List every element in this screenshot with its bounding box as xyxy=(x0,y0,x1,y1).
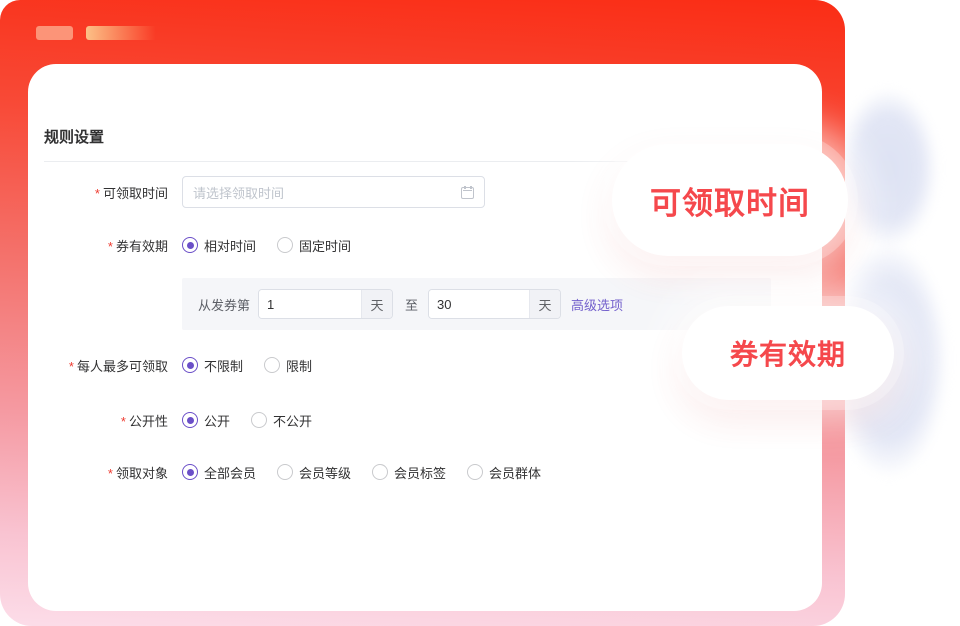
radio-limited[interactable]: 限制 xyxy=(264,356,312,375)
lavender-blob-top xyxy=(838,88,938,248)
from-day-input[interactable] xyxy=(259,290,361,318)
radio-unchecked-icon xyxy=(251,412,267,428)
from-day-group: 天 xyxy=(258,289,393,319)
required-asterisk: * xyxy=(69,359,74,374)
radio-checked-icon xyxy=(182,412,198,428)
receive-time-placeholder: 请选择领取时间 xyxy=(193,183,461,202)
radio-unchecked-icon xyxy=(372,464,388,480)
radio-unlimited[interactable]: 不限制 xyxy=(182,356,243,375)
relative-time-panel: 从发券第 天 至 天 高级选项 xyxy=(182,278,771,330)
callout-validity-text: 券有效期 xyxy=(730,333,846,373)
radio-member-group[interactable]: 会员群体 xyxy=(467,463,541,482)
validity-label: *券有效期 xyxy=(28,236,168,255)
from-day-unit: 天 xyxy=(361,290,392,318)
callout-receive-time-text: 可领取时间 xyxy=(650,178,810,223)
required-asterisk: * xyxy=(121,414,126,429)
radio-unchecked-icon xyxy=(467,464,483,480)
row-receive-time: *可领取时间 请选择领取时间 xyxy=(28,176,485,208)
required-asterisk: * xyxy=(108,239,113,254)
radio-relative-time[interactable]: 相对时间 xyxy=(182,236,256,255)
callout-receive-time: 可领取时间 xyxy=(612,144,848,256)
receive-time-picker[interactable]: 请选择领取时间 xyxy=(182,176,485,208)
row-per-person: *每人最多可领取 不限制 限制 xyxy=(28,349,312,381)
publicity-label: *公开性 xyxy=(28,411,168,430)
radio-checked-icon xyxy=(182,464,198,480)
window-decor-chip-1 xyxy=(36,26,73,40)
radio-all-members[interactable]: 全部会员 xyxy=(182,463,256,482)
section-title: 规则设置 xyxy=(44,126,104,147)
required-asterisk: * xyxy=(95,186,100,201)
receive-time-label: *可领取时间 xyxy=(28,183,168,202)
required-asterisk: * xyxy=(108,466,113,481)
advanced-options-link[interactable]: 高级选项 xyxy=(571,295,623,314)
callout-validity: 券有效期 xyxy=(682,306,894,400)
screenshot-stage: 规则设置 *可领取时间 请选择领取时间 *券有效期 xyxy=(0,0,960,626)
radio-not-public[interactable]: 不公开 xyxy=(251,411,312,430)
to-day-input[interactable] xyxy=(429,290,529,318)
radio-checked-icon xyxy=(182,357,198,373)
radio-unchecked-icon xyxy=(277,464,293,480)
row-publicity: *公开性 公开 不公开 xyxy=(28,404,312,436)
panel-prefix-text: 从发券第 xyxy=(198,295,250,314)
audience-label: *领取对象 xyxy=(28,463,168,482)
row-validity: *券有效期 相对时间 固定时间 xyxy=(28,229,351,261)
radio-unchecked-icon xyxy=(264,357,280,373)
radio-member-tag[interactable]: 会员标签 xyxy=(372,463,446,482)
row-audience: *领取对象 全部会员 会员等级 会员标签 xyxy=(28,456,541,488)
to-day-group: 天 xyxy=(428,289,561,319)
window-decor-chip-2 xyxy=(86,26,168,40)
to-separator-text: 至 xyxy=(405,295,418,314)
radio-fixed-time[interactable]: 固定时间 xyxy=(277,236,351,255)
radio-public[interactable]: 公开 xyxy=(182,411,230,430)
radio-member-level[interactable]: 会员等级 xyxy=(277,463,351,482)
radio-unchecked-icon xyxy=(277,237,293,253)
radio-checked-icon xyxy=(182,237,198,253)
per-person-label: *每人最多可领取 xyxy=(28,356,168,375)
to-day-unit: 天 xyxy=(529,290,560,318)
calendar-icon[interactable] xyxy=(461,187,474,199)
